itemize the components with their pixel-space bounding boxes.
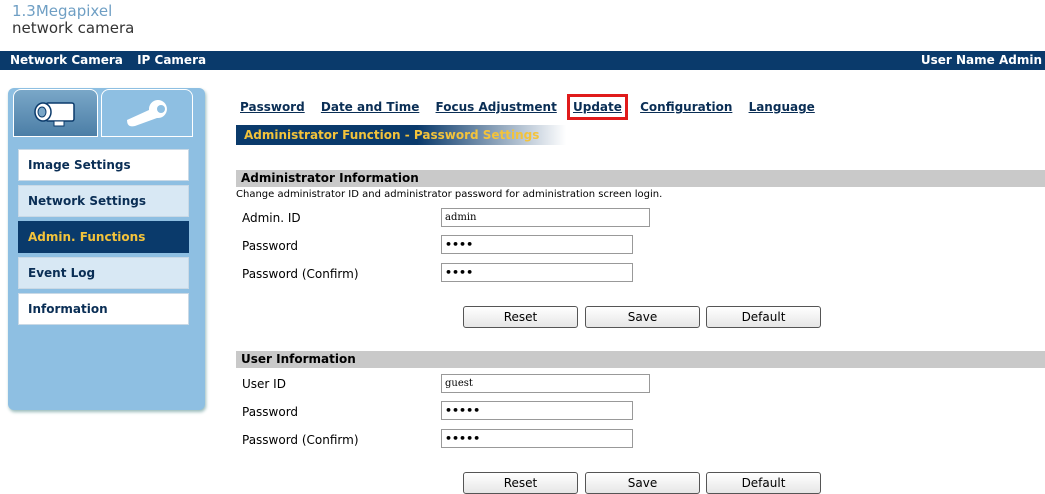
tab-tools[interactable] [101, 89, 193, 137]
user-password-input[interactable]: ••••• [441, 401, 633, 420]
user-default-button[interactable]: Default [706, 472, 821, 494]
admin-reset-button[interactable]: Reset [463, 306, 578, 328]
top-bar: Network Camera IP Camera User Name Admin [0, 51, 1045, 70]
sidebar-item-event-log[interactable]: Event Log [18, 257, 189, 289]
tab-camera[interactable] [13, 89, 98, 137]
top-bar-ip-camera: IP Camera [137, 53, 207, 67]
sidebar-item-admin-functions[interactable]: Admin. Functions [18, 221, 189, 253]
brand-line-2: network camera [12, 19, 135, 37]
nav-language[interactable]: Language [749, 100, 815, 114]
admin-id-label: Admin. ID [242, 211, 301, 225]
admin-id-input[interactable]: admin [441, 208, 650, 227]
admin-password-confirm-label: Password (Confirm) [242, 267, 359, 281]
user-save-button[interactable]: Save [585, 472, 700, 494]
user-password-confirm-label: Password (Confirm) [242, 433, 359, 447]
admin-password-label: Password [242, 239, 299, 253]
nav-focus-adjustment[interactable]: Focus Adjustment [436, 100, 557, 114]
brand-logo: 1.3Megapixel network camera [12, 3, 134, 37]
admin-info-description: Change administrator ID and administrato… [236, 189, 663, 200]
nav-configuration[interactable]: Configuration [640, 100, 732, 114]
settings-nav: Password Date and Time Focus Adjustment … [240, 94, 827, 120]
user-info-header: User Information [236, 351, 1045, 368]
sidebar-menu: Image Settings Network Settings Admin. F… [18, 149, 189, 329]
user-id-input[interactable]: guest [441, 374, 650, 393]
top-bar-left: Network Camera IP Camera [10, 53, 216, 67]
top-bar-network-camera: Network Camera [10, 53, 123, 67]
user-name-label: User Name Admin [920, 53, 1042, 67]
sidebar-item-network-settings[interactable]: Network Settings [18, 185, 189, 217]
wrench-icon [127, 100, 167, 127]
nav-update[interactable]: Update [573, 100, 622, 114]
user-reset-button[interactable]: Reset [463, 472, 578, 494]
user-password-confirm-input[interactable]: ••••• [441, 429, 633, 448]
user-id-label: User ID [242, 377, 286, 391]
section-title: Administrator Function - Password Settin… [236, 125, 566, 145]
nav-update-highlight: Update [567, 94, 628, 120]
brand-line-1: 1.3Megapixel [12, 2, 113, 20]
camera-icon [33, 102, 75, 127]
admin-default-button[interactable]: Default [706, 306, 821, 328]
sidebar-item-information[interactable]: Information [18, 293, 189, 325]
nav-password[interactable]: Password [240, 100, 305, 114]
sidebar-item-image-settings[interactable]: Image Settings [18, 149, 189, 181]
admin-password-input[interactable]: •••• [441, 235, 633, 254]
nav-date-and-time[interactable]: Date and Time [321, 100, 419, 114]
admin-password-confirm-input[interactable]: •••• [441, 263, 633, 282]
admin-save-button[interactable]: Save [585, 306, 700, 328]
admin-info-header: Administrator Information [236, 170, 1045, 187]
user-password-label: Password [242, 405, 299, 419]
